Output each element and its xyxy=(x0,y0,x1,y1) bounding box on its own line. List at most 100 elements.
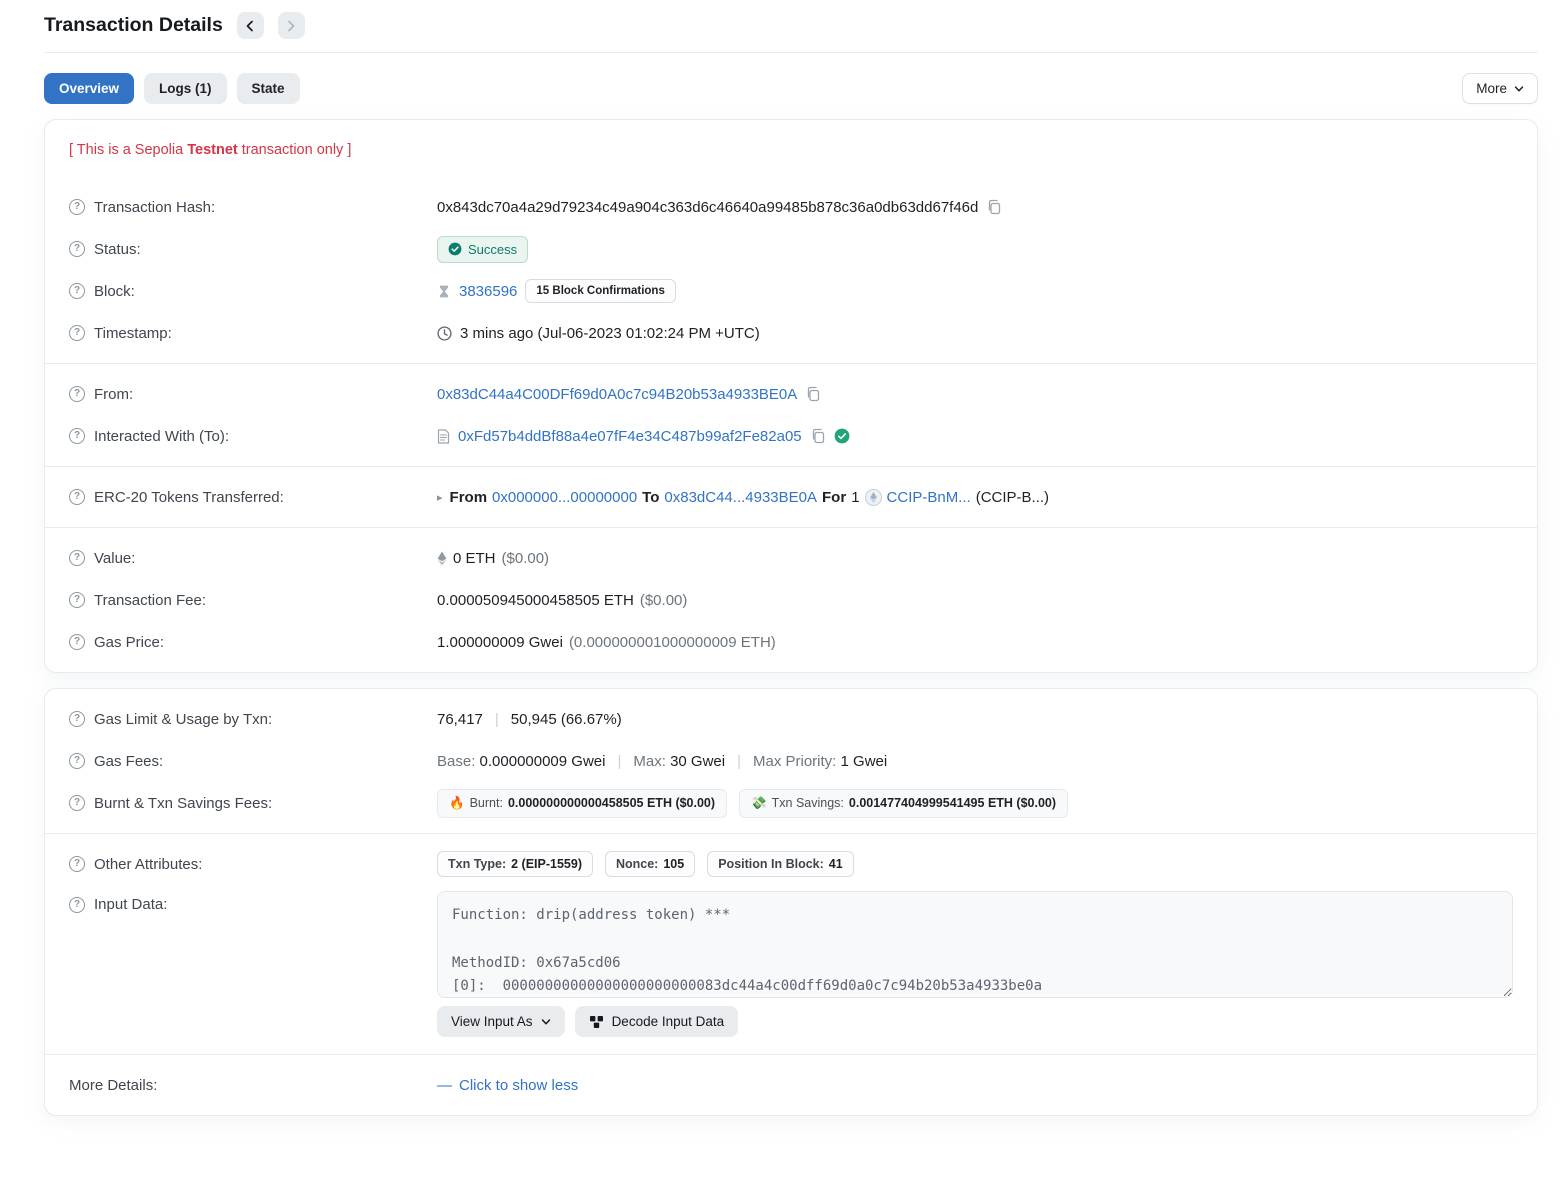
view-input-as-label: View Input As xyxy=(451,1014,533,1029)
gas-fees-row: ? Gas Fees: Base: 0.000000009 Gwei | Max… xyxy=(45,740,1537,782)
help-icon[interactable]: ? xyxy=(69,199,85,215)
timestamp-value: 3 mins ago (Jul-06-2023 01:02:24 PM +UTC… xyxy=(460,325,760,342)
clock-icon xyxy=(437,326,452,341)
value-usd: ($0.00) xyxy=(502,550,550,567)
page: Transaction Details Overview Logs (1) St… xyxy=(0,0,1560,1116)
copy-icon[interactable] xyxy=(986,199,1002,215)
txn-savings-badge: 💸 Txn Savings: 0.001477404999541495 ETH … xyxy=(739,789,1068,818)
help-icon[interactable]: ? xyxy=(69,428,85,444)
status-badge-label: Success xyxy=(468,242,517,257)
burnt-fee-name: Burnt: xyxy=(470,796,503,810)
help-icon[interactable]: ? xyxy=(69,283,85,299)
input-data-textarea[interactable]: Function: drip(address token) *** Method… xyxy=(437,891,1513,998)
other-attributes-row: ? Other Attributes: Txn Type: 2 (EIP-155… xyxy=(45,843,1537,885)
gas-price-eth: (0.000000001000000009 ETH) xyxy=(569,634,776,651)
testnet-notice-suffix: transaction only ] xyxy=(238,142,352,158)
token-symbol: (CCIP-B...) xyxy=(976,489,1049,506)
click-to-show-less-label: Click to show less xyxy=(459,1077,578,1094)
help-icon[interactable]: ? xyxy=(69,753,85,769)
block-label: Block: xyxy=(94,283,135,300)
transaction-hash-label: Transaction Hash: xyxy=(94,199,215,216)
divider-pipe: | xyxy=(605,753,633,770)
chevron-right-icon xyxy=(285,20,297,32)
transfer-to-word: To xyxy=(642,489,659,506)
view-input-as-button[interactable]: View Input As xyxy=(437,1006,565,1037)
hourglass-icon xyxy=(437,284,451,299)
minus-icon: — xyxy=(437,1077,452,1094)
chevron-down-icon xyxy=(1514,84,1524,94)
testnet-notice-prefix: [ This is a Sepolia xyxy=(69,142,187,158)
group-gas: ? Gas Limit & Usage by Txn: 76,417 | 50,… xyxy=(45,689,1537,833)
group-more-details: More Details: — Click to show less xyxy=(45,1054,1537,1115)
verified-check-icon xyxy=(834,428,850,444)
click-to-show-less-link[interactable]: — Click to show less xyxy=(437,1077,578,1094)
tab-overview[interactable]: Overview xyxy=(44,73,134,104)
help-icon[interactable]: ? xyxy=(69,386,85,402)
token-name-link[interactable]: CCIP-BnM... xyxy=(887,489,971,506)
from-row: ? From: 0x83dC44a4C00DFf69d0A0c7c94B20b5… xyxy=(45,373,1537,415)
interacted-with-row: ? Interacted With (To): 0xFd57b4ddBf88a4… xyxy=(45,415,1537,457)
burnt-savings-row: ? Burnt & Txn Savings Fees: 🔥 Burnt: 0.0… xyxy=(45,782,1537,824)
caret-right-icon: ▸ xyxy=(437,491,443,504)
help-icon[interactable]: ? xyxy=(69,856,85,872)
gas-price-gwei: 1.000000009 Gwei xyxy=(437,634,563,651)
tab-logs[interactable]: Logs (1) xyxy=(144,73,227,104)
status-badge: Success xyxy=(437,236,528,263)
help-icon[interactable]: ? xyxy=(69,711,85,727)
copy-icon[interactable] xyxy=(810,428,826,444)
money-wings-icon: 💸 xyxy=(751,796,767,811)
next-transaction-button[interactable] xyxy=(278,12,305,39)
txn-savings-name: Txn Savings: xyxy=(772,796,844,810)
block-number-link[interactable]: 3836596 xyxy=(459,283,517,300)
from-address-link[interactable]: 0x83dC44a4C00DFf69d0A0c7c94B20b53a4933BE… xyxy=(437,386,797,403)
more-details-row: More Details: — Click to show less xyxy=(45,1064,1537,1106)
erc20-transfer-row: ? ERC-20 Tokens Transferred: ▸ From 0x00… xyxy=(45,476,1537,518)
position-in-block-value: 41 xyxy=(829,857,843,871)
page-title: Transaction Details xyxy=(44,14,223,37)
gas-limit-value: 76,417 xyxy=(437,711,483,728)
more-dropdown-label: More xyxy=(1476,81,1507,96)
chevron-down-icon xyxy=(541,1017,551,1027)
block-row: ? Block: 3836596 15 Block Confirmations xyxy=(45,270,1537,312)
help-icon[interactable]: ? xyxy=(69,241,85,257)
to-address-link[interactable]: 0xFd57b4ddBf88a4e07fF4e34C487b99af2Fe82a… xyxy=(458,428,802,445)
transaction-fee-eth: 0.000050945000458505 ETH xyxy=(437,592,634,609)
gas-price-label: Gas Price: xyxy=(94,634,164,651)
help-icon[interactable]: ? xyxy=(69,634,85,650)
previous-transaction-button[interactable] xyxy=(237,12,264,39)
copy-icon[interactable] xyxy=(805,386,821,402)
value-row: ? Value: 0 ETH ($0.00) xyxy=(45,537,1537,579)
txn-type-badge: Txn Type: 2 (EIP-1559) xyxy=(437,851,593,877)
tabs-row: Overview Logs (1) State More xyxy=(44,73,1538,104)
status-row: ? Status: Success xyxy=(45,228,1537,270)
help-icon[interactable]: ? xyxy=(69,897,85,913)
tabs: Overview Logs (1) State xyxy=(44,73,300,104)
input-data-row: ? Input Data: Function: drip(address tok… xyxy=(45,885,1537,1045)
more-dropdown-button[interactable]: More xyxy=(1462,73,1538,104)
nonce-name: Nonce: xyxy=(616,857,658,871)
help-icon[interactable]: ? xyxy=(69,592,85,608)
gas-fees-label: Gas Fees: xyxy=(94,753,163,770)
gas-limit-label: Gas Limit & Usage by Txn: xyxy=(94,711,272,728)
help-icon[interactable]: ? xyxy=(69,489,85,505)
transfer-to-address-link[interactable]: 0x83dC44...4933BE0A xyxy=(664,489,817,506)
group-hash-status-block-time: ? Transaction Hash: 0x843dc70a4a29d79234… xyxy=(45,177,1537,363)
position-in-block-badge: Position In Block: 41 xyxy=(707,851,853,877)
decode-input-data-label: Decode Input Data xyxy=(612,1014,725,1029)
page-header: Transaction Details xyxy=(44,0,1538,53)
transfer-from-word: From xyxy=(450,489,488,506)
divider-pipe: | xyxy=(725,753,753,770)
erc20-transfer-label: ERC-20 Tokens Transferred: xyxy=(94,489,284,506)
max-priority-fee-value: 1 Gwei xyxy=(841,753,888,770)
tab-state[interactable]: State xyxy=(237,73,300,104)
burnt-fee-value: 0.000000000000458505 ETH ($0.00) xyxy=(508,796,715,810)
overview-card: [ This is a Sepolia Testnet transaction … xyxy=(44,119,1538,673)
max-fee-name: Max: xyxy=(633,753,666,770)
help-icon[interactable]: ? xyxy=(69,550,85,566)
gas-usage-value: 50,945 (66.67%) xyxy=(511,711,622,728)
max-priority-fee-name: Max Priority: xyxy=(753,753,836,770)
help-icon[interactable]: ? xyxy=(69,795,85,811)
decode-input-data-button[interactable]: Decode Input Data xyxy=(575,1006,739,1037)
transfer-from-address-link[interactable]: 0x000000...00000000 xyxy=(492,489,637,506)
help-icon[interactable]: ? xyxy=(69,325,85,341)
